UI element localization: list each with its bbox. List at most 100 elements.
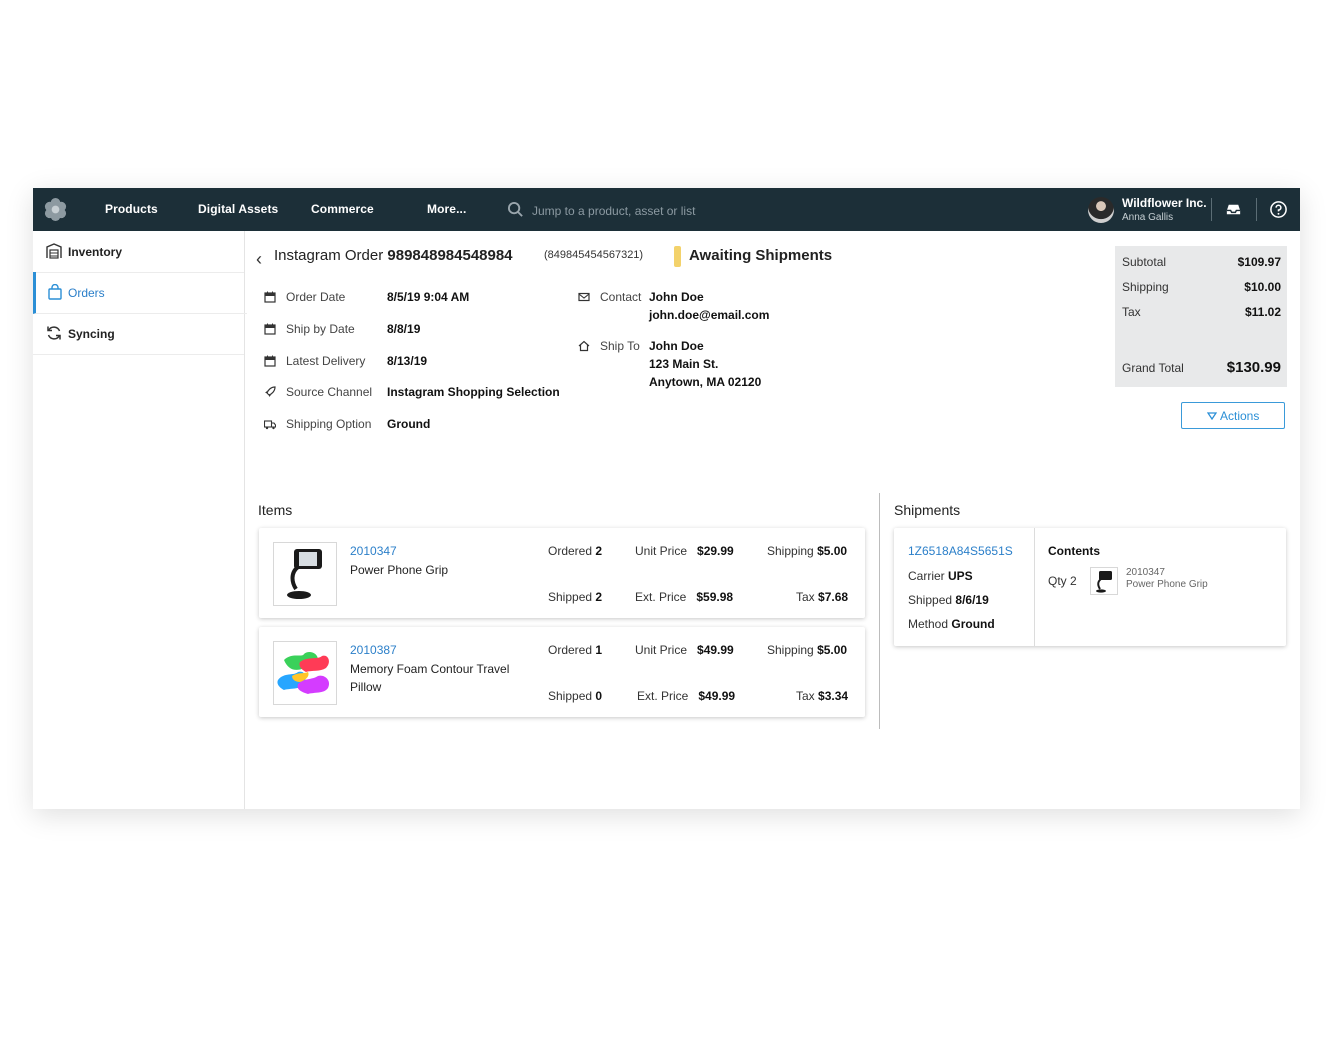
- sidebar-item-inventory[interactable]: Inventory: [33, 231, 244, 273]
- order-summary: Subtotal $109.97 Shipping $10.00 Tax $11…: [1115, 246, 1287, 387]
- shipping-label: Shipping: [767, 544, 814, 558]
- product-thumbnail[interactable]: [273, 641, 337, 705]
- nav-more[interactable]: More...: [427, 202, 466, 216]
- contact-label: Contact: [600, 290, 642, 304]
- actions-button[interactable]: Actions: [1181, 402, 1285, 429]
- contact-name: John Doe: [649, 290, 704, 304]
- shipped-value: 2: [595, 590, 603, 604]
- help-icon[interactable]: [1269, 200, 1288, 219]
- source-channel-value: Instagram Shopping Selection: [387, 385, 560, 399]
- rocket-icon: [265, 386, 276, 397]
- order-date-value: 8/5/19 9:04 AM: [387, 290, 470, 304]
- unit-price-field: Unit Price $29.99: [635, 544, 734, 558]
- shipping-value: $10.00: [1244, 280, 1281, 294]
- nav-digital-assets[interactable]: Digital Assets: [198, 202, 278, 216]
- item-card: 2010347 Power Phone Grip Ordered 2 Unit …: [259, 528, 865, 618]
- ship-by-date-label: Ship by Date: [286, 322, 355, 336]
- ext-price-field: Ext. Price $49.99: [637, 689, 735, 703]
- nav-commerce[interactable]: Commerce: [311, 202, 374, 216]
- truck-icon: [264, 420, 276, 430]
- latest-delivery-value: 8/13/19: [387, 354, 428, 368]
- ext-price-label: Ext. Price: [635, 590, 687, 604]
- order-number: 989848984548984: [387, 247, 513, 264]
- shipping-option-label: Shipping Option: [286, 417, 372, 431]
- contact-email[interactable]: john.doe@email.com: [649, 306, 769, 324]
- search-input[interactable]: [530, 200, 834, 222]
- grand-total-label: Grand Total: [1122, 361, 1184, 375]
- items-title: Items: [258, 502, 293, 518]
- warehouse-icon: [46, 243, 62, 259]
- ext-price-value: $49.99: [698, 689, 736, 703]
- ordered-label: Ordered: [548, 643, 593, 657]
- status-badge: Awaiting Shipments: [689, 247, 833, 264]
- sidebar-item-label: Orders: [68, 286, 105, 300]
- shipping-field: Shipping $5.00: [767, 544, 847, 558]
- shipped-value: 0: [595, 689, 603, 703]
- content-thumbnail[interactable]: [1090, 567, 1118, 595]
- ship-to-address-line2: Anytown, MA 02120: [649, 375, 762, 389]
- shipment-card: 1Z6518A84S5651S Carrier UPS Shipped 8/6/…: [894, 528, 1286, 646]
- shipped-field: Shipped 2: [548, 590, 602, 604]
- item-name: Memory Foam Contour Travel Pillow: [350, 662, 510, 694]
- order-title-prefix: Instagram Order: [274, 247, 384, 264]
- shipments-title: Shipments: [894, 502, 961, 518]
- sidebar-item-syncing[interactable]: Syncing: [33, 313, 244, 355]
- actions-label: Actions: [1219, 408, 1260, 423]
- method-value: Ground: [951, 617, 995, 631]
- item-sku-link[interactable]: 2010347: [350, 544, 397, 558]
- divider: [1211, 198, 1212, 221]
- org-name[interactable]: Wildflower Inc.: [1122, 196, 1207, 210]
- back-chevron-icon[interactable]: ‹: [256, 249, 262, 270]
- ordered-field: Ordered 2: [548, 544, 602, 558]
- sidebar: Inventory Orders Syncing: [33, 231, 247, 809]
- shipped-field: Shipped 0: [548, 689, 602, 703]
- ext-price-field: Ext. Price $59.98: [635, 590, 733, 604]
- ship-to-name: John Doe: [649, 339, 704, 353]
- status-indicator: [674, 246, 681, 267]
- qty-value: 2: [1070, 574, 1077, 588]
- unit-price-label: Unit Price: [635, 544, 688, 558]
- section-divider: [879, 493, 880, 729]
- content-name: Power Phone Grip: [1126, 579, 1208, 590]
- ordered-field: Ordered 1: [548, 643, 602, 657]
- shipping-label: Shipping: [1122, 280, 1169, 294]
- carrier-value: UPS: [948, 569, 973, 583]
- subtotal-label: Subtotal: [1122, 255, 1167, 269]
- carrier-field: Carrier UPS: [908, 569, 973, 583]
- shipping-value: $5.00: [817, 643, 848, 657]
- order-alt-number: (849845454567321): [544, 249, 644, 261]
- product-thumbnail[interactable]: [273, 542, 337, 606]
- avatar[interactable]: [1088, 197, 1114, 223]
- search-icon: [507, 201, 523, 217]
- calendar-icon: [264, 355, 276, 367]
- tax-label: Tax: [796, 689, 815, 703]
- inbox-icon[interactable]: [1224, 200, 1243, 219]
- latest-delivery-label: Latest Delivery: [286, 354, 366, 368]
- calendar-icon: [264, 323, 276, 335]
- sidebar-item-orders[interactable]: Orders: [33, 272, 247, 314]
- calendar-icon: [264, 291, 276, 303]
- item-name: Power Phone Grip: [350, 563, 449, 577]
- tracking-number-link[interactable]: 1Z6518A84S5651S: [908, 544, 1013, 558]
- item-card: 2010387 Memory Foam Contour Travel Pillo…: [259, 627, 865, 717]
- nav-products[interactable]: Products: [105, 202, 158, 216]
- logo-icon[interactable]: [43, 197, 68, 222]
- subtotal-value: $109.97: [1237, 255, 1281, 269]
- sync-icon: [47, 326, 61, 340]
- item-sku-link[interactable]: 2010387: [350, 643, 397, 657]
- pillow-image: [277, 652, 330, 694]
- shipped-date-value: 8/6/19: [955, 593, 989, 607]
- contents-heading: Contents: [1048, 544, 1100, 558]
- grand-total-value: $130.99: [1226, 359, 1281, 376]
- phone-grip-image: [287, 549, 322, 599]
- phone-grip-image: [1096, 571, 1112, 593]
- ext-price-label: Ext. Price: [637, 689, 689, 703]
- tax-label: Tax: [796, 590, 815, 604]
- tax-value: $3.34: [818, 689, 849, 703]
- triangle-down-icon: [1206, 412, 1217, 421]
- ordered-value: 2: [595, 544, 603, 558]
- divider: [1256, 198, 1257, 221]
- user-name[interactable]: Anna Gallis: [1122, 212, 1173, 223]
- shipped-date-label: Shipped: [908, 593, 953, 607]
- tax-label: Tax: [1122, 305, 1141, 319]
